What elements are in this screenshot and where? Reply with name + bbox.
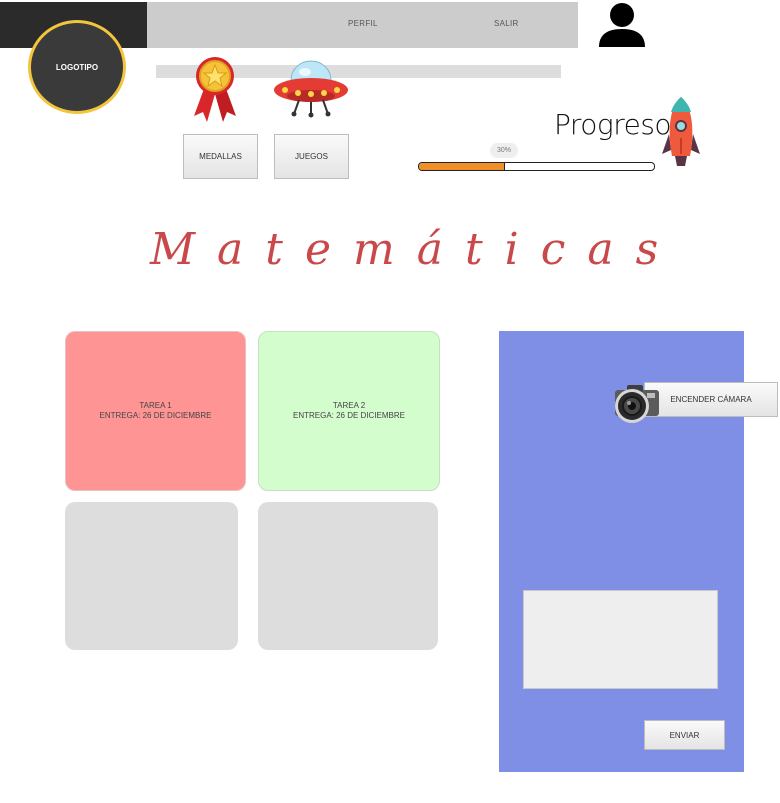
task-due: ENTREGA: 26 DE DICIEMBRE [99,411,212,420]
task-title: TAREA 2 [332,401,366,410]
nav-profile-link[interactable]: PERFIL [348,19,378,28]
medals-button[interactable]: MEDALLAS [183,134,258,179]
logo[interactable]: LOGOTIPO [28,20,126,114]
answer-textarea[interactable] [523,590,718,689]
progress-bar [418,162,655,171]
progress-title: Progreso [554,108,672,141]
task-card-empty[interactable] [258,502,438,650]
logo-text: LOGOTIPO [55,62,99,72]
task-title: TAREA 1 [139,401,172,410]
progress-fill [419,163,505,170]
task-due: ENTREGA: 26 DE DICIEMBRE [292,411,406,420]
camera-icon[interactable] [613,382,661,424]
subject-title: Matemáticas [150,224,681,275]
progress-badge: 30% [490,143,518,158]
ufo-icon [272,60,350,118]
task-card[interactable]: TAREA 1 ENTREGA: 26 DE DICIEMBRE [65,331,246,491]
task-card-empty[interactable] [65,502,238,650]
medal-icon [191,56,239,124]
rocket-icon [661,96,701,168]
task-card[interactable]: TAREA 2 ENTREGA: 26 DE DICIEMBRE [258,331,440,491]
camera-button[interactable]: ENCENDER CÁMARA [644,382,778,417]
nav-logout-link[interactable]: SALIR [494,19,519,28]
send-button[interactable]: ENVIAR [644,720,725,750]
games-button[interactable]: JUEGOS [274,134,349,179]
user-icon[interactable] [598,2,646,48]
